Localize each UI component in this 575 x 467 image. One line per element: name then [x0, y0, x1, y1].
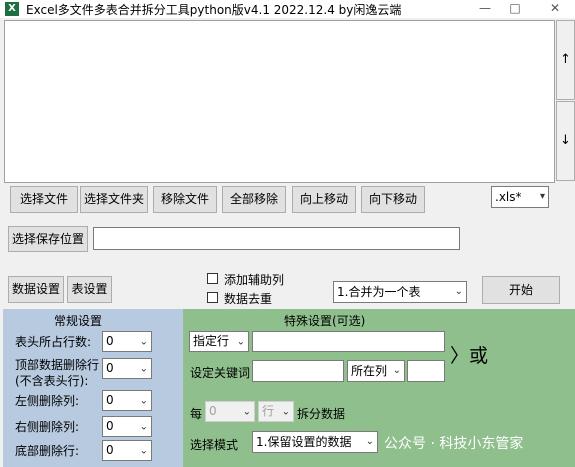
select-file-button[interactable]: 选择文件	[10, 186, 78, 213]
watermark-text: 公众号 · 科技小东管家	[384, 436, 524, 452]
dedupe-label: 数据去重	[224, 292, 273, 306]
split-count-select[interactable]: 0 ⌄	[205, 401, 255, 422]
extension-filter-select[interactable]: .xls* ▾	[491, 186, 549, 208]
row-mode-select[interactable]: 指定行 ⌄	[189, 331, 249, 352]
minimize-button[interactable]: —	[470, 0, 500, 18]
dedupe-checkbox[interactable]	[207, 292, 218, 303]
remove-file-button[interactable]: 移除文件	[153, 186, 217, 213]
bottom-delete-rows-select[interactable]: 0 ⌄	[102, 440, 152, 461]
chevron-down-icon: ⌄	[139, 336, 148, 347]
column-select-value: 所在列	[351, 364, 388, 378]
split-count-value: 0	[209, 404, 217, 418]
data-settings-button[interactable]: 数据设置	[8, 276, 64, 303]
move-down-button[interactable]: 向下移动	[361, 186, 425, 213]
excel-app-icon: X	[5, 2, 19, 16]
column-value-input[interactable]	[407, 360, 445, 382]
save-path-input[interactable]	[93, 227, 460, 250]
top-delete-select[interactable]: 0 ⌄	[102, 358, 152, 379]
select-save-location-button[interactable]: 选择保存位置	[8, 226, 88, 252]
header-rows-select[interactable]: 0 ⌄	[102, 331, 152, 352]
right-delete-cols-label: 右侧删除列:	[15, 420, 80, 434]
file-list[interactable]	[4, 20, 555, 183]
select-folder-button[interactable]: 选择文件夹	[80, 186, 148, 213]
split-unit-value: 行	[262, 404, 275, 418]
left-delete-cols-value: 0	[106, 393, 114, 407]
header-rows-label: 表头所占行数:	[15, 335, 92, 349]
top-delete-value: 0	[106, 361, 114, 375]
bottom-delete-rows-label: 底部删除行:	[15, 444, 80, 458]
general-settings-title: 常规设置	[54, 314, 103, 328]
keyword-label: 设定关键词	[190, 366, 251, 380]
chevron-down-icon: ⌄	[281, 406, 290, 417]
list-up-arrow-button[interactable]: ↑	[556, 20, 575, 100]
column-select[interactable]: 所在列 ⌄	[347, 360, 405, 382]
move-up-button[interactable]: 向上移动	[292, 186, 356, 213]
right-delete-cols-value: 0	[106, 419, 114, 433]
chevron-down-icon: ▾	[539, 191, 545, 202]
row-mode-value: 指定行	[193, 334, 230, 348]
every-label: 每	[190, 407, 203, 421]
special-settings-title: 特殊设置(可选)	[284, 314, 366, 328]
left-delete-cols-label: 左侧删除列:	[15, 394, 80, 408]
mode-label: 选择模式	[190, 438, 239, 452]
chevron-down-icon: ⌄	[139, 421, 148, 432]
keyword-input[interactable]	[252, 360, 344, 382]
add-helper-column-checkbox[interactable]	[207, 273, 218, 284]
chevron-down-icon: ⌄	[236, 336, 245, 347]
split-data-label: 拆分数据	[297, 407, 346, 421]
chevron-down-icon: ⌄	[139, 363, 148, 374]
close-button[interactable]: ✕	[540, 0, 570, 18]
process-mode-select[interactable]: 1.合并为一个表 ⌄	[333, 281, 467, 303]
maximize-button[interactable]: □	[500, 0, 530, 18]
remove-all-button[interactable]: 全部移除	[222, 186, 286, 213]
extension-filter-value: .xls*	[495, 190, 522, 204]
chevron-down-icon: ⌄	[365, 436, 374, 447]
top-delete-label: 顶部数据删除行	[15, 358, 100, 372]
chevron-down-icon: ⌄	[242, 406, 251, 417]
split-unit-select[interactable]: 行 ⌄	[258, 401, 294, 422]
row-spec-input[interactable]	[252, 331, 445, 352]
window-title: Excel多文件多表合并拆分工具python版v4.1 2022.12.4 by…	[26, 3, 402, 17]
chevron-down-icon: ⌄	[139, 395, 148, 406]
chevron-down-icon: ⌄	[139, 445, 148, 456]
top-delete-sublabel: (不含表头行):	[15, 374, 89, 388]
start-button[interactable]: 开始	[482, 276, 560, 304]
bottom-delete-rows-value: 0	[106, 443, 114, 457]
process-mode-value: 1.合并为一个表	[337, 285, 421, 299]
add-helper-column-label: 添加辅助列	[224, 273, 285, 287]
chevron-down-icon: ⌄	[454, 286, 463, 297]
keep-mode-select[interactable]: 1.保留设置的数据 ⌄	[252, 431, 378, 453]
keep-mode-value: 1.保留设置的数据	[256, 435, 352, 449]
or-label: 〉或	[450, 345, 489, 367]
table-settings-button[interactable]: 表设置	[67, 276, 112, 303]
header-rows-value: 0	[106, 334, 114, 348]
chevron-down-icon: ⌄	[392, 365, 401, 376]
list-down-arrow-button[interactable]: ↓	[556, 101, 575, 181]
left-delete-cols-select[interactable]: 0 ⌄	[102, 390, 152, 411]
right-delete-cols-select[interactable]: 0 ⌄	[102, 416, 152, 437]
